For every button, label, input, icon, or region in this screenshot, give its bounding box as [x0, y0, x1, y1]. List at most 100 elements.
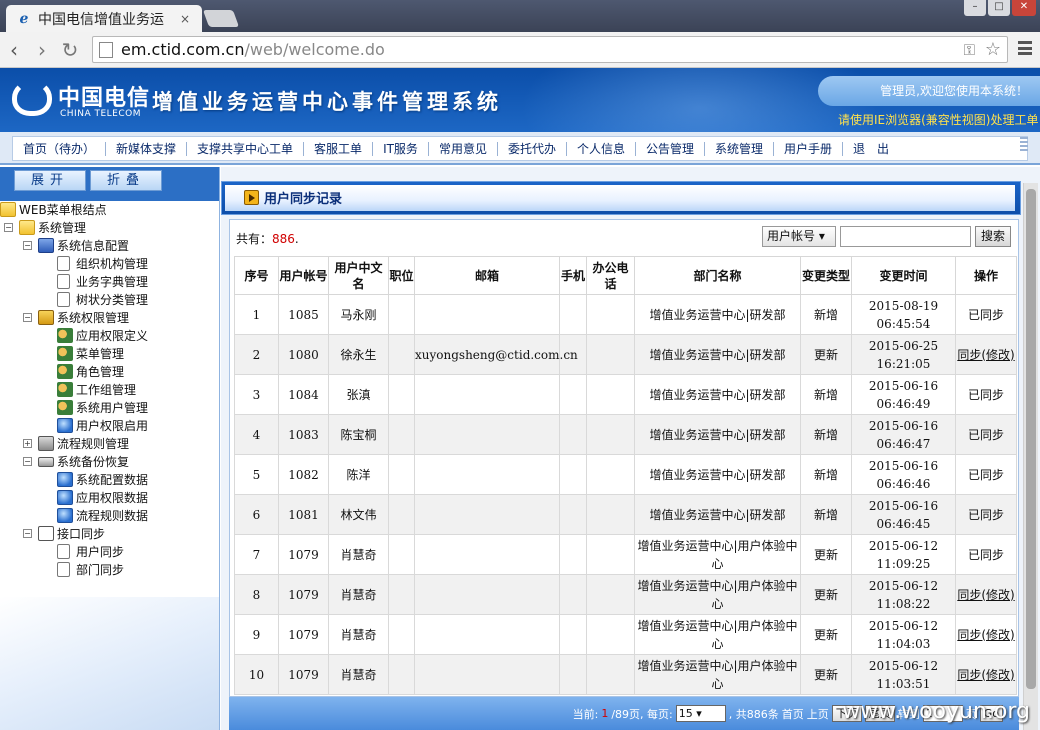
- arrow-right-icon: [244, 190, 259, 205]
- key-icon[interactable]: ⚿: [964, 41, 975, 59]
- reload-icon[interactable]: ↻: [56, 38, 84, 62]
- tree-expand-icon[interactable]: +: [23, 439, 32, 448]
- browser-menu-icon[interactable]: [1018, 41, 1032, 55]
- browser-tab[interactable]: ℯ 中国电信增值业务运 ×: [6, 5, 202, 32]
- bookmark-star-icon[interactable]: ☆: [985, 39, 1001, 60]
- table-row: 9 1079 肖慧奇 增值业务运营中心|用户体验中心 更新 2015-06-12 11:0…: [234, 614, 1017, 655]
- table-cell: [414, 614, 560, 655]
- tree-node[interactable]: 树状分类管理: [0, 291, 219, 309]
- search-field-select[interactable]: 用户帐号 ▾: [762, 226, 836, 247]
- table-cell: [586, 534, 635, 575]
- table-cell: 马永刚: [328, 294, 389, 335]
- nav-item[interactable]: 用户手册: [774, 141, 844, 156]
- scrollbar-thumb[interactable]: [1026, 189, 1036, 689]
- table-cell: [388, 494, 415, 535]
- table-cell: 2015-06-16 06:46:46: [851, 454, 956, 495]
- back-icon[interactable]: ‹: [0, 38, 28, 62]
- nav-item[interactable]: 系统管理: [705, 141, 775, 156]
- tree-node[interactable]: 工作组管理: [0, 381, 219, 399]
- expand-all-button[interactable]: 展开: [14, 170, 86, 191]
- globe-icon: [57, 472, 73, 487]
- tree-node[interactable]: 部门同步: [0, 561, 219, 579]
- table-cell: [586, 454, 635, 495]
- per-page-select[interactable]: 15 ▾: [675, 705, 726, 722]
- address-bar[interactable]: em.ctid.com.cn/web/welcome.do ⚿ ☆: [92, 36, 1008, 63]
- minimize-icon[interactable]: –: [964, 0, 986, 16]
- tree-node[interactable]: 系统用户管理: [0, 399, 219, 417]
- vertical-scrollbar[interactable]: [1023, 183, 1038, 730]
- sync-icon: [38, 526, 54, 541]
- nav-item[interactable]: 公告管理: [636, 141, 705, 156]
- tree-collapse-icon[interactable]: −: [4, 223, 13, 232]
- table-cell: 7: [234, 534, 279, 575]
- tree-node[interactable]: 角色管理: [0, 363, 219, 381]
- tree-node[interactable]: 应用权限数据: [0, 489, 219, 507]
- nav-item[interactable]: 常用意见: [429, 141, 498, 156]
- sync-modify-link[interactable]: 同步(修改): [957, 588, 1014, 602]
- maximize-icon[interactable]: □: [988, 0, 1010, 16]
- nav-item[interactable]: 客服工单: [304, 141, 374, 156]
- tree-node[interactable]: WEB菜单根结点: [0, 201, 219, 219]
- tree-node[interactable]: − 接口同步: [0, 525, 219, 543]
- tree-node[interactable]: 应用权限定义: [0, 327, 219, 345]
- table-cell: 张滇: [328, 374, 389, 415]
- tree-collapse-icon[interactable]: −: [23, 313, 32, 322]
- table-cell: [388, 534, 415, 575]
- tree-node[interactable]: − 系统权限管理: [0, 309, 219, 327]
- first-page-link[interactable]: 首页: [782, 706, 804, 722]
- table-cell: 已同步: [955, 374, 1017, 415]
- tree-node[interactable]: 业务字典管理: [0, 273, 219, 291]
- table-cell: 肖慧奇: [328, 574, 389, 615]
- tree-collapse-icon[interactable]: −: [23, 457, 32, 466]
- tree-node[interactable]: − 系统备份恢复: [0, 453, 219, 471]
- tree-collapse-icon[interactable]: −: [23, 241, 32, 250]
- tree-collapse-icon[interactable]: −: [23, 529, 32, 538]
- tree-node-label: 系统管理: [38, 221, 87, 235]
- table-cell: [559, 574, 587, 615]
- table-cell: [388, 374, 415, 415]
- nav-item[interactable]: 新媒体支撑: [106, 141, 188, 156]
- tab-close-icon[interactable]: ×: [180, 12, 190, 26]
- table-cell: [414, 454, 560, 495]
- tree-node[interactable]: 组织机构管理: [0, 255, 219, 273]
- nav-item[interactable]: 退 出: [843, 142, 899, 156]
- system-title: 增值业务运营中心事件管理系统: [152, 90, 502, 114]
- tree-node[interactable]: 系统配置数据: [0, 471, 219, 489]
- tree-node-label: 系统配置数据: [76, 473, 149, 487]
- forward-icon[interactable]: ›: [28, 38, 56, 62]
- tree-node[interactable]: 菜单管理: [0, 345, 219, 363]
- tree-node[interactable]: 用户同步: [0, 543, 219, 561]
- tree-node[interactable]: − 系统信息配置: [0, 237, 219, 255]
- window-close-icon[interactable]: ✕: [1012, 0, 1036, 16]
- table-cell: 2015-06-12 11:08:22: [851, 574, 956, 615]
- nav-item[interactable]: 个人信息: [567, 141, 636, 156]
- table-cell: [586, 334, 635, 375]
- disk-icon: [38, 457, 54, 467]
- tree-node[interactable]: 流程规则数据: [0, 507, 219, 525]
- nav-item[interactable]: 首页（待办）: [13, 141, 107, 156]
- nav-item[interactable]: 支撑共享中心工单: [187, 141, 305, 156]
- search-bar: 用户帐号 ▾ 搜索: [762, 226, 1011, 247]
- sync-modify-link[interactable]: 同步(修改): [957, 628, 1014, 642]
- sync-modify-link[interactable]: 同步(修改): [957, 348, 1014, 362]
- column-header: 邮箱: [414, 256, 560, 295]
- globe-icon: [57, 490, 73, 505]
- table-cell: 2015-06-16 06:46:45: [851, 494, 956, 535]
- search-button[interactable]: 搜索: [975, 226, 1011, 247]
- table-cell: 已同步: [955, 494, 1017, 535]
- table-cell: 2015-06-16 06:46:47: [851, 414, 956, 455]
- tree-node[interactable]: + 流程规则管理: [0, 435, 219, 453]
- prev-page-link[interactable]: 上页: [807, 706, 829, 722]
- search-input[interactable]: [840, 226, 971, 247]
- table-cell: [559, 294, 587, 335]
- table-cell: 更新: [800, 614, 852, 655]
- collapse-all-button[interactable]: 折叠: [90, 170, 162, 191]
- sync-modify-link[interactable]: 同步(修改): [957, 668, 1014, 682]
- total-pages: /89页, 每页:: [611, 707, 673, 721]
- tree-node[interactable]: − 系统管理: [0, 219, 219, 237]
- tree-node[interactable]: 用户权限启用: [0, 417, 219, 435]
- nav-item[interactable]: 委托代办: [498, 141, 567, 156]
- new-tab-button[interactable]: [202, 10, 240, 27]
- nav-item[interactable]: IT服务: [373, 141, 429, 156]
- table-cell: 陈洋: [328, 454, 389, 495]
